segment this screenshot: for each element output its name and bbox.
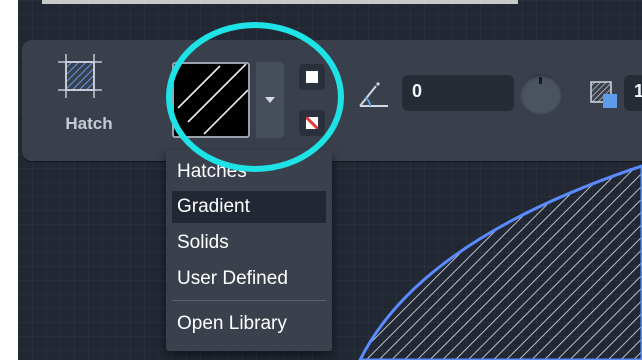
menu-item-gradient[interactable]: Gradient [172,191,326,223]
angle-icon [359,82,388,107]
top-panel-edge [42,0,518,4]
fill-color-button[interactable] [299,64,325,90]
angle-dial[interactable] [520,74,562,114]
pattern-dropdown-button[interactable] [256,62,284,138]
background-color-button[interactable] [299,110,325,136]
no-color-icon [306,117,318,129]
chevron-down-icon [265,97,275,103]
hatch-tool-button[interactable]: Hatch [52,52,128,140]
menu-item-user-defined[interactable]: User Defined [172,263,326,295]
hatch-scale-icon [590,81,617,108]
pattern-type-menu: Hatches Gradient Solids User Defined Ope… [166,150,332,351]
menu-separator [172,300,326,301]
hatch-pattern-swatch-icon [177,64,248,135]
scale-input[interactable]: 1 [624,75,642,111]
white-square-icon [306,71,318,83]
menu-item-hatches[interactable]: Hatches [172,156,326,188]
dial-icon [539,77,542,84]
menu-item-open-library[interactable]: Open Library [172,308,326,340]
menu-item-solids[interactable]: Solids [172,227,326,259]
pattern-preview-button[interactable] [172,62,250,138]
hatch-icon [58,54,102,98]
angle-input[interactable]: 0 [402,75,514,111]
hatch-tool-label: Hatch [65,114,113,133]
